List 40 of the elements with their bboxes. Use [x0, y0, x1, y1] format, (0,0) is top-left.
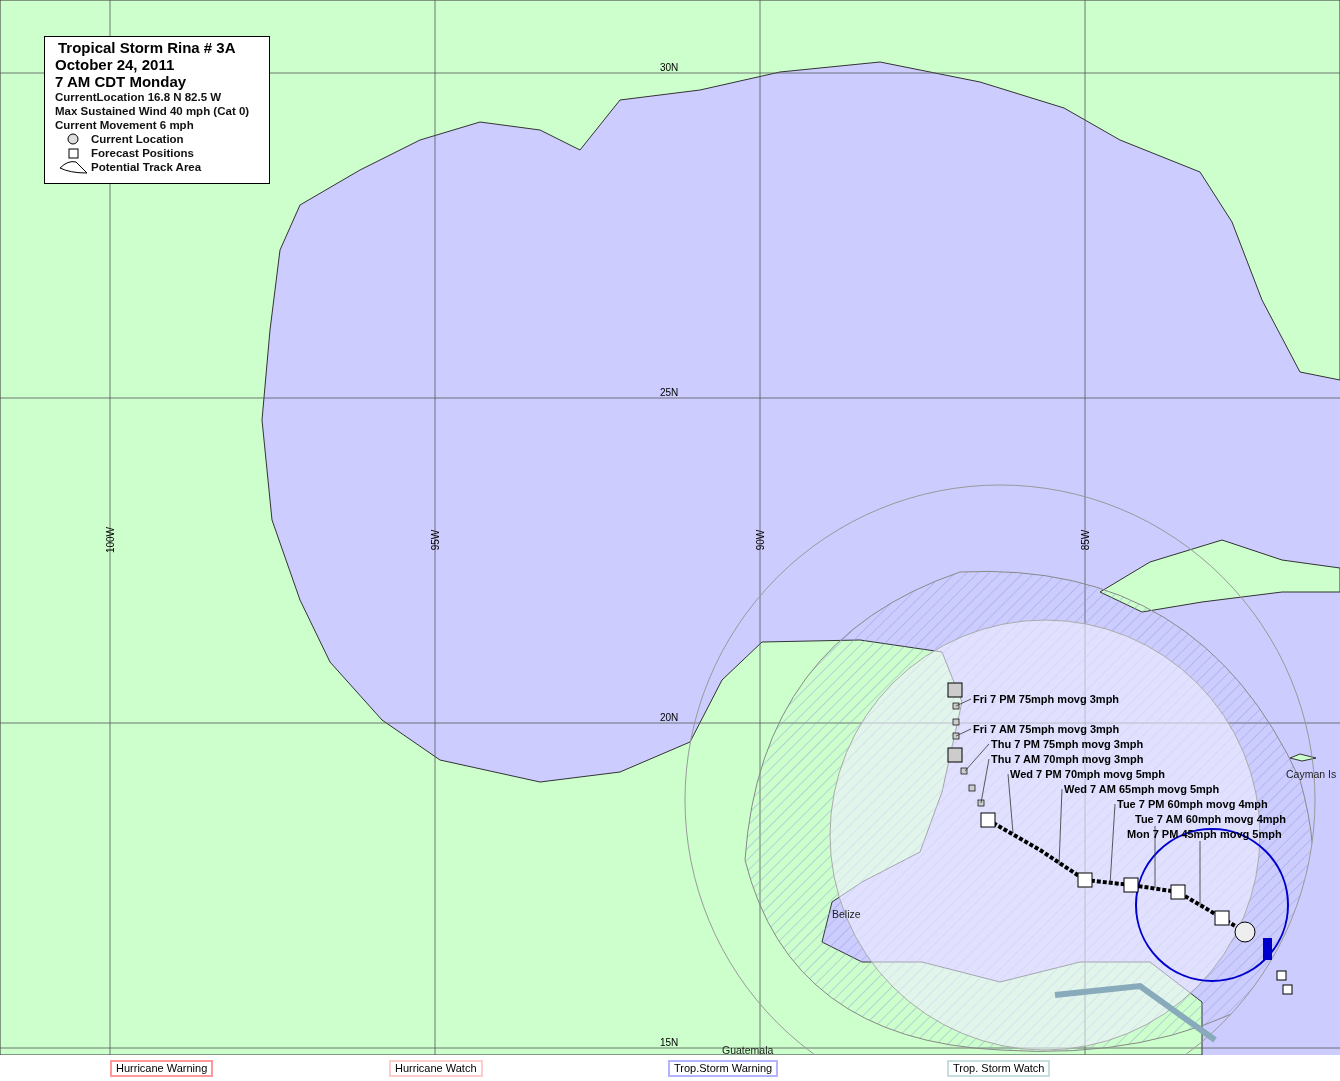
forecast-label: Tue 7 PM 60mph movg 4mph [1117, 798, 1268, 810]
leader-line [1199, 840, 1201, 906]
warning-legend-item: Hurricane Watch [389, 1059, 483, 1077]
warning-legend-item: Trop. Storm Watch [947, 1059, 1051, 1077]
longitude-label: 90W [755, 529, 766, 551]
place-label: Guatemala [722, 1044, 774, 1055]
cone-icon [58, 160, 88, 174]
legend-key-label: Forecast Positions [91, 147, 194, 159]
forecast-label: Fri 7 PM 75mph movg 3mph [973, 693, 1120, 705]
warning-legend-item: Trop.Storm Warning [668, 1059, 779, 1077]
longitude-label: 85W [1080, 529, 1091, 551]
longitude-label: 100W [105, 526, 116, 554]
leader-line [955, 698, 972, 707]
forecast-label: Thu 7 PM 75mph movg 3mph [991, 738, 1144, 750]
place-label: Belize [832, 908, 861, 920]
legend-key-label: Current Location [91, 133, 184, 145]
latitude-label: 15N [660, 1037, 679, 1048]
leader-line [1154, 825, 1156, 889]
latitude-label: 20N [660, 712, 679, 723]
legend-time: 7 AM CDT Monday [55, 73, 188, 90]
forecast-label: Fri 7 AM 75mph movg 3mph [973, 723, 1120, 735]
forecast-label: Wed 7 PM 70mph movg 5mph [1010, 768, 1166, 780]
legend-date: October 24, 2011 [55, 56, 176, 73]
square-icon [67, 147, 79, 159]
island [1289, 753, 1317, 762]
legend-title: Tropical Storm Rina # 3A [57, 39, 237, 56]
latitude-label: 25N [660, 387, 679, 398]
forecast-label: Tue 7 AM 60mph movg 4mph [1135, 813, 1286, 825]
leader-line [955, 728, 972, 737]
place-label: Cayman Is [1286, 768, 1337, 780]
longitude-label: 95W [430, 529, 441, 551]
warning-legend-item: Hurricane Warning [110, 1059, 214, 1077]
forecast-label: Thu 7 AM 70mph movg 3mph [991, 753, 1144, 765]
forecast-label: Wed 7 AM 65mph movg 5mph [1064, 783, 1220, 795]
legend-key-label: Potential Track Area [91, 161, 202, 173]
legend-info: CurrentLocation 16.8 N 82.5 W [55, 90, 223, 104]
circle-icon [67, 133, 79, 145]
legend-info: Max Sustained Wind 40 mph (Cat 0) [55, 104, 251, 118]
latitude-label: 30N [660, 62, 679, 73]
legend-info: Current Movement 6 mph [55, 118, 195, 132]
